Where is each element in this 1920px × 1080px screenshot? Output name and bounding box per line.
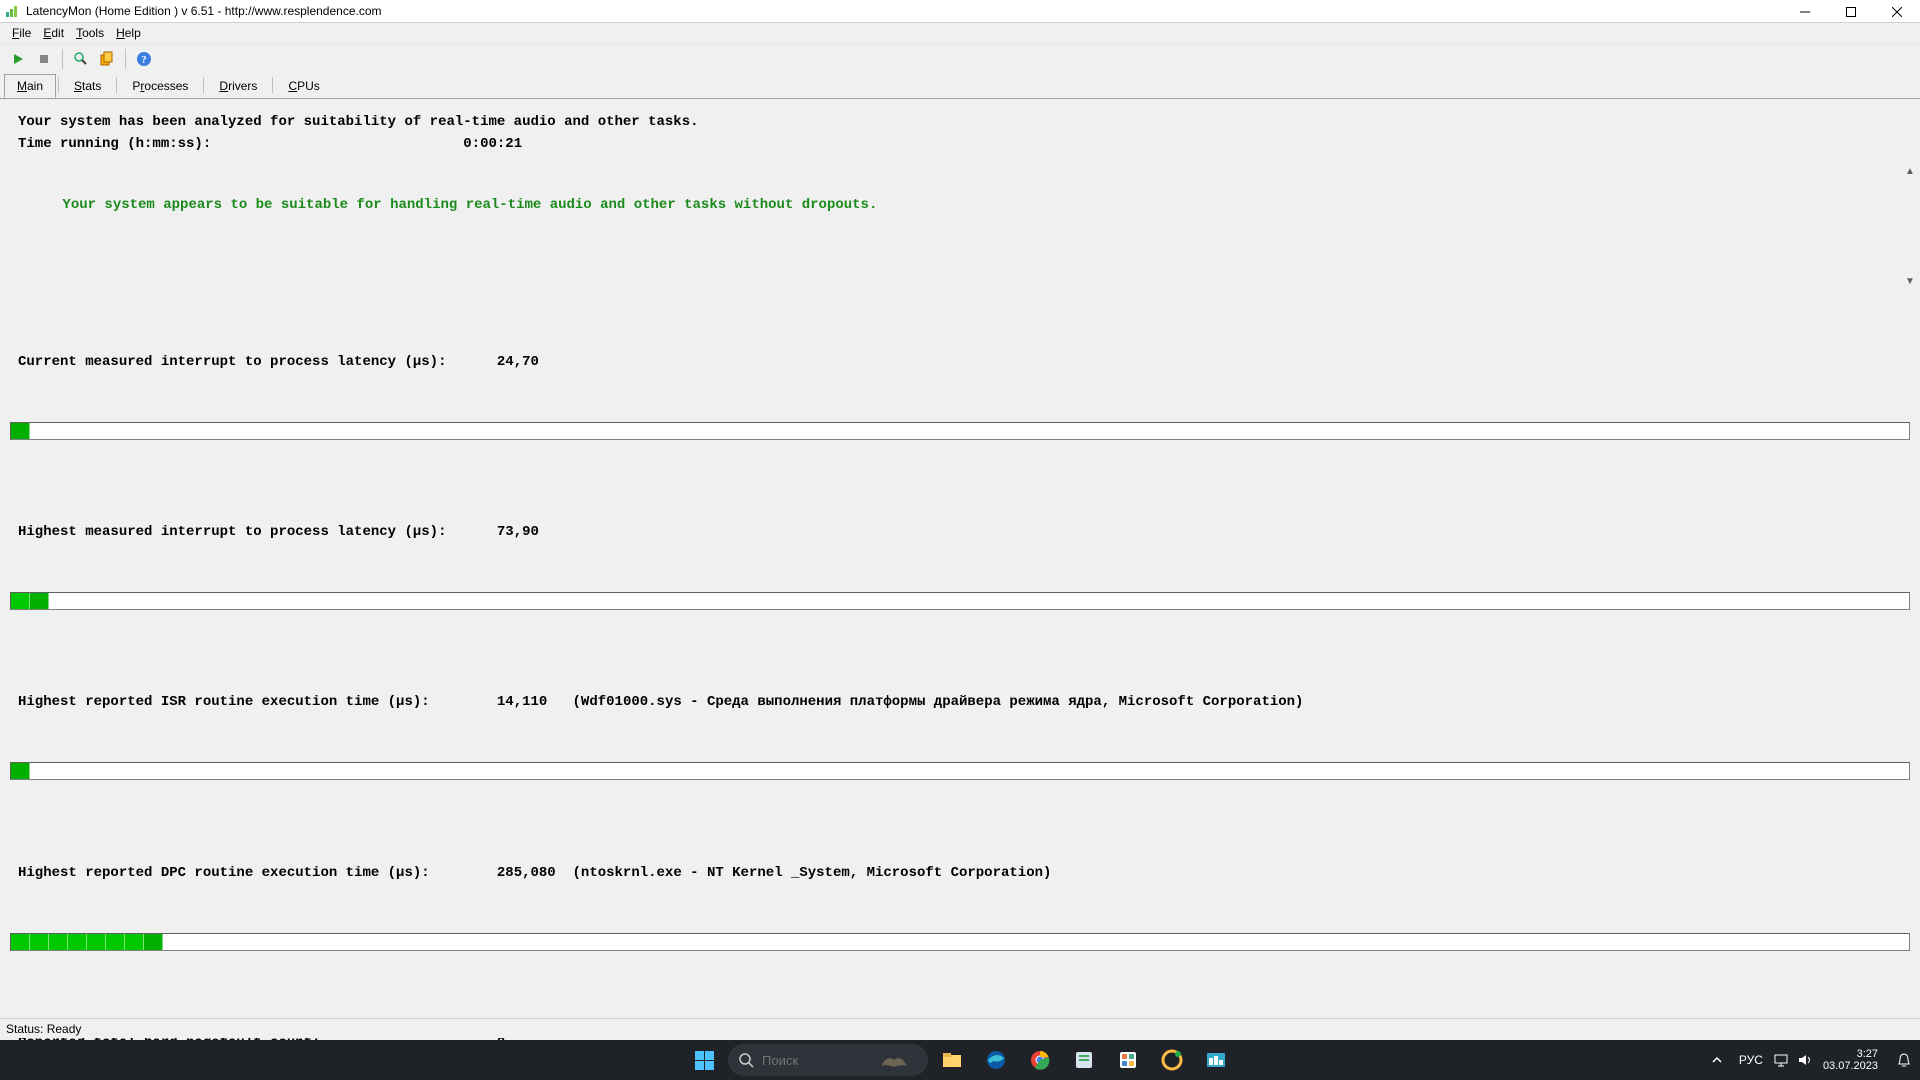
scroll-down-icon[interactable]: ▼ <box>1902 274 1918 290</box>
tab-processes[interactable]: Processes <box>119 74 201 97</box>
bar-current-latency <box>10 422 1910 440</box>
taskbar-app-1[interactable] <box>1064 1040 1104 1080</box>
bar-segment <box>11 763 30 779</box>
network-icon <box>1773 1052 1789 1068</box>
bar-highest-latency <box>10 592 1910 610</box>
menu-edit[interactable]: Edit <box>37 24 70 42</box>
tray-date: 03.07.2023 <box>1823 1060 1878 1072</box>
tab-separator <box>203 77 204 93</box>
windows-taskbar: РУС 3:27 03.07.2023 <box>0 1040 1920 1080</box>
tab-main[interactable]: Main <box>4 74 56 98</box>
status-message: Your system appears to be suitable for h… <box>62 197 877 213</box>
toolbar-separator <box>125 49 126 69</box>
search-decoration-icon <box>880 1050 908 1070</box>
stop-button[interactable] <box>32 47 56 71</box>
bar-segment <box>49 934 68 950</box>
titlebar: LatencyMon (Home Edition ) v 6.51 - http… <box>0 0 1920 23</box>
search-icon <box>738 1052 754 1068</box>
search-input[interactable] <box>762 1053 872 1068</box>
taskbar-app-2[interactable] <box>1108 1040 1148 1080</box>
bar-segment <box>144 934 163 950</box>
taskbar-app-3[interactable] <box>1152 1040 1192 1080</box>
tray-chevron[interactable] <box>1705 1040 1729 1080</box>
bar-segment <box>11 934 30 950</box>
app-statusbar: Status: Ready <box>0 1018 1920 1038</box>
taskbar-center <box>684 1040 1236 1080</box>
svg-text:?: ? <box>141 54 147 66</box>
menu-file[interactable]: File <box>6 24 37 42</box>
tab-cpus[interactable]: CPUs <box>275 74 332 97</box>
bar-dpc <box>10 933 1910 951</box>
copy-button[interactable] <box>95 47 119 71</box>
metric-isr: Highest reported ISR routine execution t… <box>18 691 1910 713</box>
play-button[interactable] <box>6 47 30 71</box>
tab-separator <box>272 77 273 93</box>
tray-notifications[interactable] <box>1892 1040 1916 1080</box>
status-block: Your system appears to be suitable for h… <box>0 162 1920 249</box>
app-icon <box>4 3 20 19</box>
tabstrip: Main Stats Processes Drivers CPUs <box>0 73 1920 97</box>
bar-segment <box>11 423 30 439</box>
bar-segment <box>11 593 30 609</box>
analysis-line1: Your system has been analyzed for suitab… <box>18 114 699 130</box>
metrics: Current measured interrupt to process la… <box>0 292 1920 1040</box>
time-running-value: 0:00:21 <box>463 136 522 152</box>
taskbar-explorer[interactable] <box>932 1040 972 1080</box>
menubar: File Edit Tools Help <box>0 23 1920 43</box>
toolbar-separator <box>62 49 63 69</box>
tab-drivers[interactable]: Drivers <box>206 74 270 97</box>
menu-tools[interactable]: Tools <box>70 24 110 42</box>
start-button[interactable] <box>684 1040 724 1080</box>
scroll-up-icon[interactable]: ▲ <box>1902 164 1918 180</box>
tab-stats[interactable]: Stats <box>61 74 114 97</box>
analysis-header: Your system has been analyzed for suitab… <box>0 99 1920 162</box>
taskbar-chrome[interactable] <box>1020 1040 1060 1080</box>
titlebar-text: LatencyMon (Home Edition ) v 6.51 - http… <box>26 4 1782 18</box>
bar-segment <box>68 934 87 950</box>
main-panel: Your system has been analyzed for suitab… <box>0 98 1920 1040</box>
taskbar-app-4[interactable] <box>1196 1040 1236 1080</box>
tray-time: 3:27 <box>1823 1048 1878 1060</box>
menu-help[interactable]: Help <box>110 24 147 42</box>
tray-language[interactable]: РУС <box>1739 1053 1763 1067</box>
minimize-button[interactable] <box>1782 0 1828 23</box>
tab-separator <box>58 77 59 93</box>
metric-dpc: Highest reported DPC routine execution t… <box>18 862 1910 884</box>
metric-current-latency: Current measured interrupt to process la… <box>18 351 1910 373</box>
window-controls <box>1782 0 1920 22</box>
time-running-label: Time running (h:mm:ss): <box>18 136 211 152</box>
maximize-button[interactable] <box>1828 0 1874 23</box>
bar-segment <box>125 934 144 950</box>
bar-segment <box>87 934 106 950</box>
volume-icon <box>1797 1052 1813 1068</box>
tray-clock[interactable]: 3:27 03.07.2023 <box>1823 1048 1882 1072</box>
bar-segment <box>106 934 125 950</box>
metric-highest-latency: Highest measured interrupt to process la… <box>18 521 1910 543</box>
status-area: Your system appears to be suitable for h… <box>0 162 1920 292</box>
help-button[interactable]: ? <box>132 47 156 71</box>
bar-segment <box>30 593 49 609</box>
windows-logo-icon <box>695 1051 714 1070</box>
tray-icons[interactable] <box>1773 1052 1813 1068</box>
close-button[interactable] <box>1874 0 1920 23</box>
taskbar-search[interactable] <box>728 1044 928 1076</box>
bar-isr <box>10 762 1910 780</box>
bar-segment <box>30 934 49 950</box>
tab-separator <box>116 77 117 93</box>
toolbar: ? <box>0 43 1920 73</box>
analyze-button[interactable] <box>69 47 93 71</box>
taskbar-right: РУС 3:27 03.07.2023 <box>1705 1040 1916 1080</box>
status-text: Status: Ready <box>6 1022 81 1036</box>
taskbar-edge[interactable] <box>976 1040 1016 1080</box>
